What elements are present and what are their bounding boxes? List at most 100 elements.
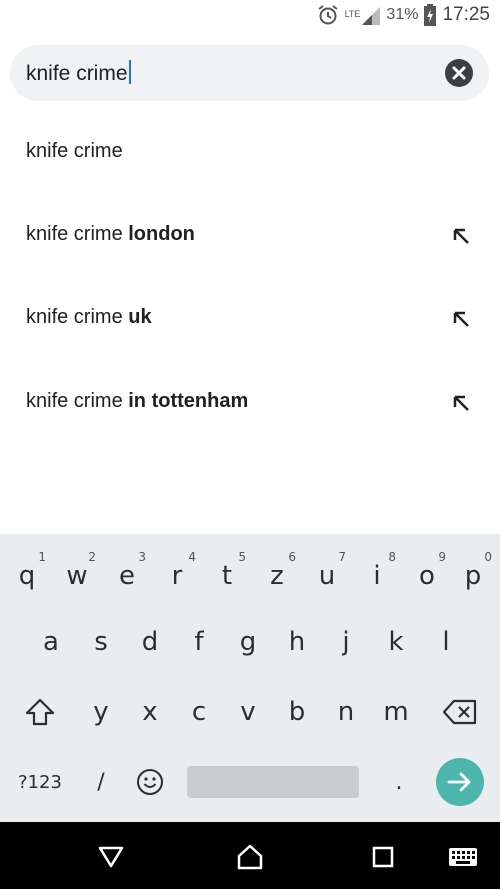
key-q[interactable]: q1 bbox=[4, 548, 50, 604]
key-label: z bbox=[270, 561, 284, 591]
emoji-icon bbox=[137, 769, 163, 795]
key-l[interactable]: l bbox=[423, 614, 469, 670]
suggestion-completion: london bbox=[128, 223, 195, 245]
key-label: i bbox=[373, 561, 381, 591]
backspace-key[interactable] bbox=[432, 684, 488, 740]
enter-button[interactable] bbox=[436, 758, 484, 806]
suggestion-item[interactable]: knife crime in tottenham bbox=[0, 372, 500, 432]
key-label: e bbox=[119, 561, 135, 591]
key-g[interactable]: g bbox=[225, 614, 271, 670]
keyboard-switch-icon bbox=[449, 848, 477, 866]
key-hint: 5 bbox=[238, 550, 246, 564]
key-i[interactable]: i8 bbox=[354, 548, 400, 604]
key-label: o bbox=[419, 561, 435, 591]
suggestion-text: knife crime bbox=[26, 140, 123, 163]
key-hint: 1 bbox=[38, 550, 46, 564]
suggestion-text: knife crime uk bbox=[26, 306, 152, 329]
key-label: u bbox=[318, 561, 336, 591]
space-bar[interactable] bbox=[187, 766, 359, 798]
battery-percent: 31% bbox=[386, 6, 419, 23]
key-o[interactable]: o9 bbox=[404, 548, 450, 604]
keyboard-row-3: y x c v b n m bbox=[0, 684, 500, 744]
suggestion-text: knife crime london bbox=[26, 223, 195, 246]
recents-button[interactable] bbox=[366, 840, 400, 874]
key-y[interactable]: y bbox=[78, 684, 124, 740]
key-hint: 6 bbox=[288, 550, 296, 564]
keyboard-row-1: q1 w2 e3 r4 t5 z6 u7 i8 o9 p0 bbox=[0, 548, 500, 608]
key-k[interactable]: k bbox=[373, 614, 419, 670]
key-e[interactable]: e3 bbox=[104, 548, 150, 604]
key-s[interactable]: s bbox=[78, 614, 124, 670]
key-z[interactable]: z6 bbox=[254, 548, 300, 604]
key-p[interactable]: p0 bbox=[450, 548, 496, 604]
alarm-icon bbox=[317, 5, 338, 25]
key-b[interactable]: b bbox=[274, 684, 320, 740]
key-label: q bbox=[18, 561, 36, 591]
key-m[interactable]: m bbox=[373, 684, 419, 740]
back-button[interactable] bbox=[94, 840, 128, 874]
key-w[interactable]: w2 bbox=[54, 548, 100, 604]
key-hint: 2 bbox=[88, 550, 96, 564]
search-bar[interactable]: knife crime bbox=[10, 45, 489, 101]
key-r[interactable]: r4 bbox=[154, 548, 200, 604]
clock: 17:25 bbox=[442, 4, 490, 25]
key-a[interactable]: a bbox=[28, 614, 74, 670]
clear-button[interactable] bbox=[445, 59, 473, 87]
key-label: r bbox=[171, 561, 183, 591]
suggestion-prefix: knife crime bbox=[26, 306, 129, 328]
key-period[interactable]: . bbox=[376, 754, 422, 810]
home-button[interactable] bbox=[233, 840, 267, 874]
key-label: t bbox=[221, 561, 233, 591]
key-label: p bbox=[464, 561, 482, 591]
key-j[interactable]: j bbox=[323, 614, 369, 670]
key-hint: 3 bbox=[138, 550, 146, 564]
key-hint: 7 bbox=[338, 550, 346, 564]
key-h[interactable]: h bbox=[274, 614, 320, 670]
navigation-bar bbox=[0, 822, 500, 889]
search-input[interactable]: knife crime bbox=[26, 60, 131, 86]
battery-charging-icon bbox=[424, 4, 437, 26]
key-n[interactable]: n bbox=[323, 684, 369, 740]
symbols-key[interactable]: ?123 bbox=[6, 754, 74, 810]
key-t[interactable]: t5 bbox=[204, 548, 250, 604]
suggestion-prefix: knife crime bbox=[26, 390, 129, 412]
network-type-label: LTE bbox=[344, 9, 361, 19]
keyboard-row-2: a s d f g h j k l bbox=[0, 614, 500, 674]
key-f[interactable]: f bbox=[176, 614, 222, 670]
fill-query-arrow-icon[interactable] bbox=[450, 225, 472, 247]
emoji-key[interactable] bbox=[127, 754, 173, 810]
keyboard-switch-button[interactable] bbox=[446, 840, 480, 874]
signal-icon bbox=[362, 7, 381, 25]
text-cursor bbox=[128, 60, 131, 84]
back-icon bbox=[98, 846, 124, 868]
key-v[interactable]: v bbox=[225, 684, 271, 740]
fill-query-arrow-icon[interactable] bbox=[450, 308, 472, 330]
shift-icon bbox=[25, 698, 55, 726]
shift-key[interactable] bbox=[14, 684, 66, 740]
suggestion-prefix: knife crime bbox=[26, 223, 129, 245]
suggestion-completion: uk bbox=[128, 306, 152, 328]
status-bar: LTE 31% 17:25 bbox=[0, 0, 500, 34]
key-u[interactable]: u7 bbox=[304, 548, 350, 604]
key-label: w bbox=[66, 561, 88, 591]
on-screen-keyboard: q1 w2 e3 r4 t5 z6 u7 i8 o9 p0 a s d f g … bbox=[0, 534, 500, 822]
backspace-icon bbox=[442, 699, 477, 725]
fill-query-arrow-icon[interactable] bbox=[450, 392, 472, 414]
key-slash[interactable]: / bbox=[78, 754, 124, 810]
key-hint: 0 bbox=[484, 550, 492, 564]
recents-icon bbox=[372, 846, 394, 868]
enter-arrow-icon bbox=[447, 772, 471, 792]
key-hint: 8 bbox=[388, 550, 396, 564]
suggestion-item[interactable]: knife crime uk bbox=[0, 288, 500, 348]
clear-icon bbox=[452, 66, 466, 80]
screen: LTE 31% 17:25 knife crime knife crime kn… bbox=[0, 0, 500, 889]
key-c[interactable]: c bbox=[176, 684, 222, 740]
suggestion-item[interactable]: knife crime bbox=[0, 122, 500, 182]
suggestion-text: knife crime in tottenham bbox=[26, 390, 248, 413]
key-x[interactable]: x bbox=[127, 684, 173, 740]
suggestion-completion: in tottenham bbox=[128, 390, 249, 412]
key-d[interactable]: d bbox=[127, 614, 173, 670]
home-icon bbox=[237, 844, 263, 870]
key-hint: 4 bbox=[188, 550, 196, 564]
suggestion-item[interactable]: knife crime london bbox=[0, 205, 500, 265]
